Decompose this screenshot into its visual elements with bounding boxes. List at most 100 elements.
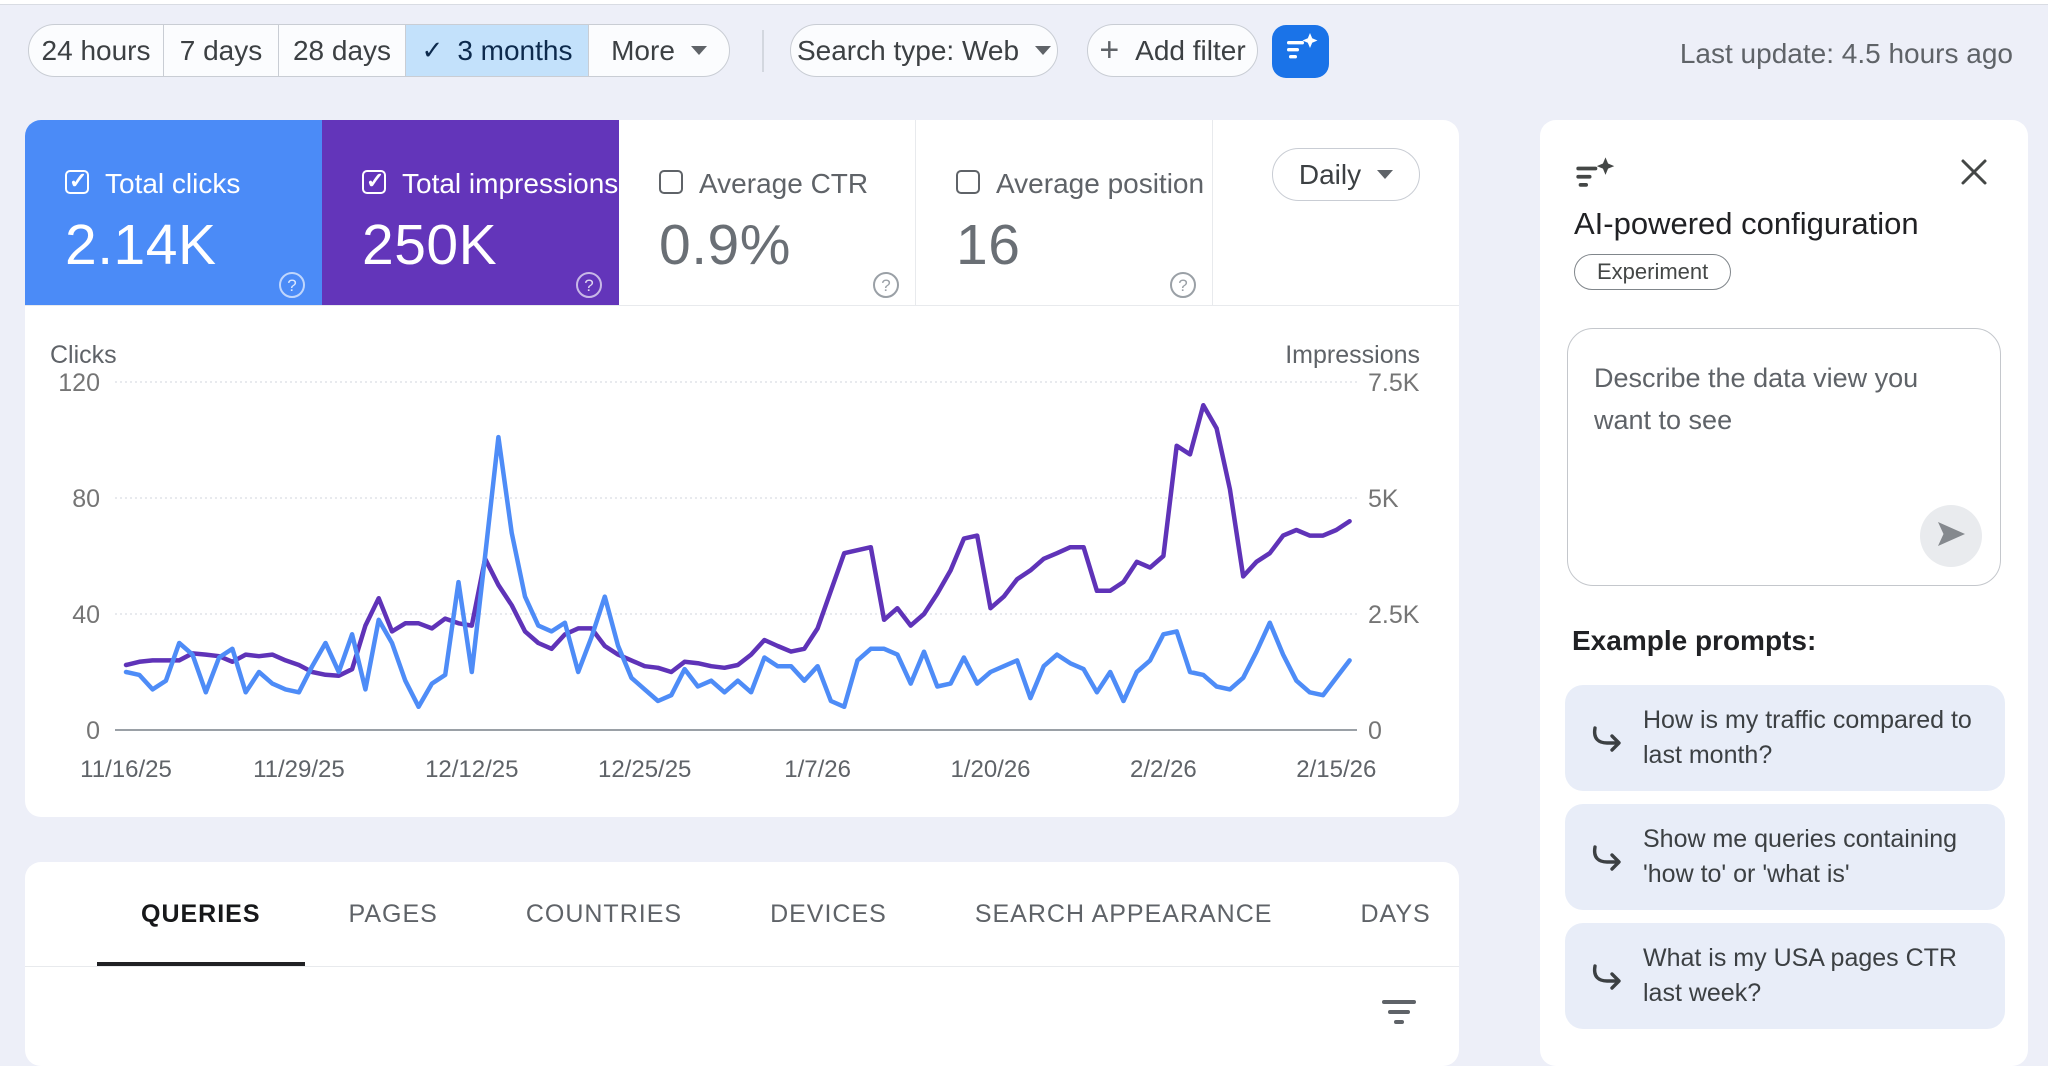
ai-filter-button[interactable] [1272,25,1329,78]
ai-sparkle-filter-icon [1574,156,1616,201]
tile-value: 2.14K [65,212,216,278]
chevron-down-icon [691,46,707,55]
search-type-label: Search type: Web [797,35,1019,67]
panel-title: AI-powered configuration [1574,206,1919,242]
header-bottom-edge [0,0,2048,5]
granularity-dropdown[interactable]: Daily [1272,148,1420,201]
help-icon[interactable]: ? [279,272,305,298]
dimensions-table-card: QUERIES PAGES COUNTRIES DEVICES SEARCH A… [25,862,1459,1066]
tab-days[interactable]: DAYS [1316,862,1459,966]
tab-devices[interactable]: DEVICES [726,862,931,966]
range-label: 28 days [293,35,391,67]
left-axis-tick: 80 [72,485,100,513]
ai-prompt-input[interactable] [1568,329,2000,499]
tile-value: 250K [362,212,497,278]
tile-average-ctr[interactable]: Average CTR 0.9% ? [619,120,916,305]
ai-configuration-panel: AI-powered configuration Experiment Exam… [1540,120,2028,1066]
tab-pages[interactable]: PAGES [305,862,482,966]
x-axis-date-label: 12/12/25 [425,756,518,783]
prompt-chip-usa-ctr[interactable]: What is my USA pages CTR last week? [1565,923,2005,1029]
range-3-months[interactable]: ✓ 3 months [405,25,588,76]
close-icon[interactable] [1956,154,1992,190]
right-axis-tick: 0 [1368,717,1382,745]
performance-line-chart[interactable]: 120 80 40 0 7.5K 5K 2.5K 0 Clicks Impressions 11/1… [30,335,1460,795]
help-icon[interactable]: ? [873,272,899,298]
redo-arrow-icon [1587,721,1625,760]
tab-search-appearance[interactable]: SEARCH APPEARANCE [931,862,1317,966]
tile-average-position[interactable]: Average position 16 ? [916,120,1213,305]
chevron-down-icon [1035,46,1051,55]
add-filter-label: Add filter [1135,35,1246,67]
tile-label: Average position [996,168,1204,200]
example-prompts-title: Example prompts: [1572,625,1816,657]
x-axis-date-label: 1/20/26 [950,756,1030,783]
left-axis-tick: 0 [86,717,100,745]
help-icon[interactable]: ? [576,272,602,298]
redo-arrow-icon [1587,840,1625,879]
metric-tiles: ✓ Total clicks 2.14K ? ✓ Total impressio… [25,120,1459,305]
range-28-days[interactable]: 28 days [278,25,405,76]
dimension-tabs: QUERIES PAGES COUNTRIES DEVICES SEARCH A… [97,862,1459,966]
send-icon [1934,518,1968,555]
search-type-dropdown[interactable]: Search type: Web [790,24,1058,77]
tile-label: Average CTR [699,168,868,200]
tile-total-impressions[interactable]: ✓ Total impressions 250K ? [322,120,619,305]
experiment-badge: Experiment [1574,254,1731,290]
more-label: More [611,35,675,67]
checkbox-checked-icon[interactable]: ✓ [65,170,89,194]
tile-total-clicks[interactable]: ✓ Total clicks 2.14K ? [25,120,322,305]
ai-prompt-box [1567,328,2001,586]
left-axis-tick: 120 [58,369,100,397]
range-24-hours[interactable]: 24 hours [29,25,163,76]
table-filter-icon[interactable] [1381,996,1417,1028]
prompt-text: Show me queries containing 'how to' or '… [1643,822,1991,892]
right-axis-tick: 5K [1368,485,1399,513]
prompt-chip-queries[interactable]: Show me queries containing 'how to' or '… [1565,804,2005,910]
prompt-text: How is my traffic compared to last month… [1643,703,1991,773]
x-axis-date-label: 2/15/26 [1296,756,1376,783]
tiles-divider [25,305,1459,306]
left-axis-tick: 40 [72,601,100,629]
search-console-performance-page: 24 hours 7 days 28 days ✓ 3 months More … [0,0,2048,1066]
last-update-status: Last update: 4.5 hours ago [1680,38,2013,70]
range-7-days[interactable]: 7 days [163,25,278,76]
chevron-down-icon [1377,170,1393,179]
granularity-label: Daily [1299,159,1361,191]
add-filter-button[interactable]: + Add filter [1087,24,1258,77]
checkbox-checked-icon[interactable]: ✓ [362,170,386,194]
send-button[interactable] [1920,505,1982,567]
range-label: 7 days [180,35,263,67]
toolbar-divider [762,30,764,72]
check-icon: ✓ [422,35,444,66]
right-axis-tick: 2.5K [1368,601,1420,629]
range-more-dropdown[interactable]: More [588,25,729,76]
x-axis-date-label: 12/25/25 [598,756,691,783]
tile-value: 16 [956,212,1020,278]
tile-value: 0.9% [659,212,791,278]
date-range-selector: 24 hours 7 days 28 days ✓ 3 months More [28,24,730,77]
tab-queries[interactable]: QUERIES [97,862,305,966]
tab-countries[interactable]: COUNTRIES [482,862,726,966]
left-axis-title: Clicks [50,341,117,369]
right-axis-title: Impressions [1285,341,1420,369]
range-label: 3 months [457,35,572,67]
checkbox-unchecked-icon[interactable] [956,170,980,194]
tile-label: Total impressions [402,168,618,200]
x-axis-date-label: 1/7/26 [784,756,851,783]
help-icon[interactable]: ? [1170,272,1196,298]
example-prompts-list: How is my traffic compared to last month… [1565,685,2005,1029]
performance-card: ✓ Total clicks 2.14K ? ✓ Total impressio… [25,120,1459,817]
right-axis-tick: 7.5K [1368,369,1420,397]
redo-arrow-icon [1587,959,1625,998]
x-axis-date-label: 2/2/26 [1130,756,1197,783]
checkbox-unchecked-icon[interactable] [659,170,683,194]
ai-sparkle-filter-icon [1283,32,1319,71]
plus-icon: + [1099,31,1119,70]
range-label: 24 hours [42,35,151,67]
prompt-text: What is my USA pages CTR last week? [1643,941,1991,1011]
x-axis-date-label: 11/16/25 [80,756,172,783]
x-axis-date-label: 11/29/25 [253,756,345,783]
tile-label: Total clicks [105,168,240,200]
prompt-chip-traffic[interactable]: How is my traffic compared to last month… [1565,685,2005,791]
tabs-divider [25,966,1459,967]
